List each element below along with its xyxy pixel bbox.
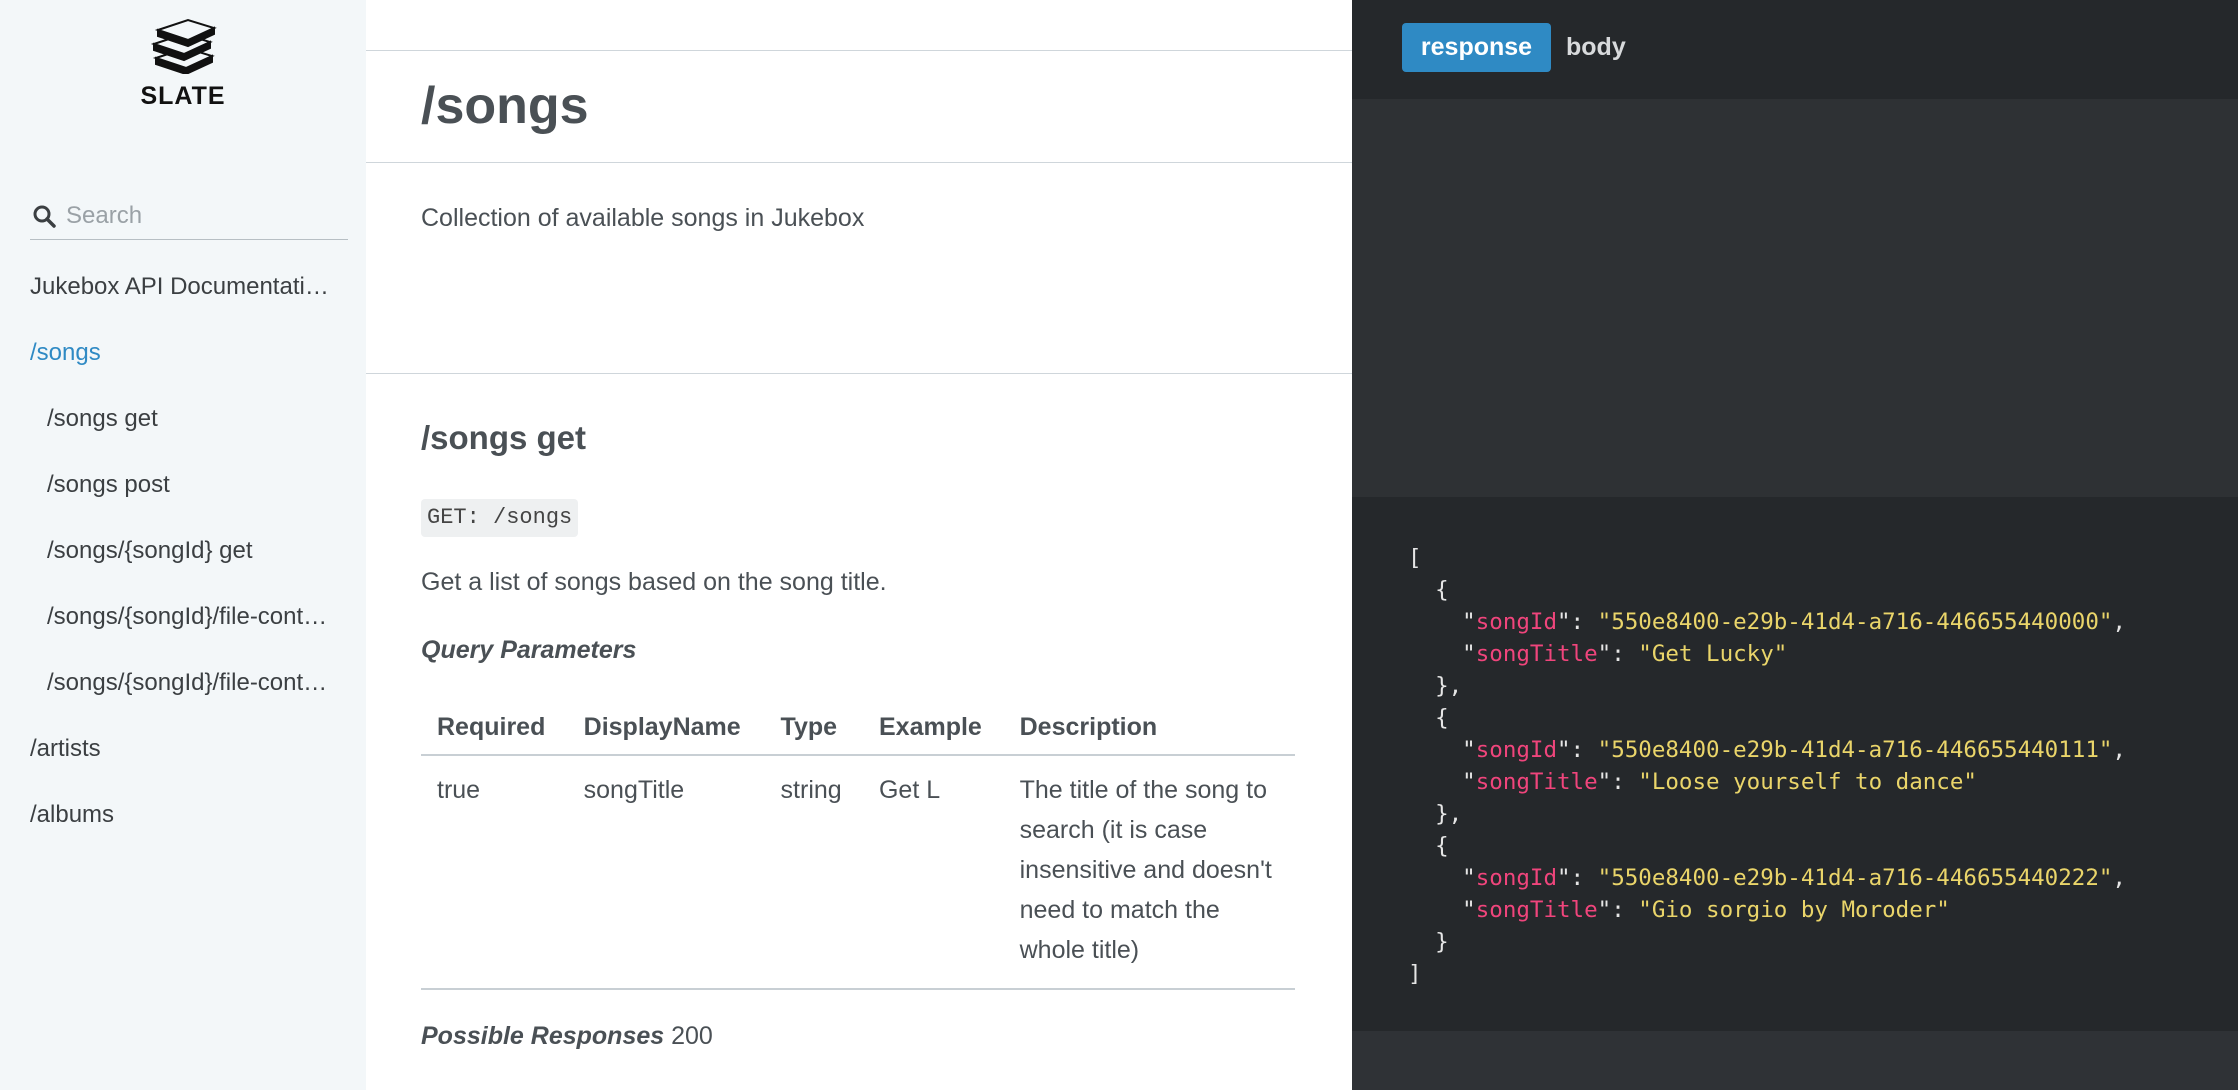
search-icon bbox=[33, 205, 56, 228]
column-header: Example bbox=[862, 700, 1004, 756]
toc-item-songs-get[interactable]: /songs get bbox=[0, 386, 330, 452]
table-cell: Get L bbox=[862, 755, 1004, 990]
toc-item-jukebox-api-documentation[interactable]: Jukebox API Documentation bbox=[0, 254, 330, 320]
json-string: "550e8400-e29b-41d4-a716-446655440222" bbox=[1597, 865, 2113, 891]
json-key: songTitle bbox=[1475, 641, 1598, 667]
table-cell: string bbox=[764, 755, 863, 990]
search-input[interactable] bbox=[64, 198, 338, 234]
resource-description: Collection of available songs in Jukebox bbox=[421, 204, 865, 232]
json-string: "Gio sorgio by Moroder" bbox=[1638, 897, 1950, 923]
json-key: songId bbox=[1475, 865, 1558, 891]
sidebar: SLATE Jukebox API Documentation /songs /… bbox=[0, 0, 366, 1090]
logo[interactable]: SLATE bbox=[0, 18, 366, 111]
possible-responses: Possible Responses 200 bbox=[421, 1022, 713, 1051]
json-code-block: [ { "songId": "550e8400-e29b-41d4-a716-4… bbox=[1352, 497, 2238, 1031]
json-key: songId bbox=[1475, 609, 1558, 635]
json-string: "550e8400-e29b-41d4-a716-446655440000" bbox=[1597, 609, 2113, 635]
table-cell: songTitle bbox=[567, 755, 765, 990]
divider bbox=[366, 373, 1352, 374]
json-key: songTitle bbox=[1475, 897, 1598, 923]
tab-response[interactable]: response bbox=[1402, 23, 1551, 72]
table-cell: true bbox=[421, 755, 568, 990]
code-tabs-bar: response body bbox=[1352, 0, 2238, 99]
query-parameters-table: Required DisplayName Type Example Descri… bbox=[421, 700, 1295, 990]
json-string: "Loose yourself to dance" bbox=[1638, 769, 1977, 795]
possible-responses-value: 200 bbox=[671, 1022, 713, 1050]
query-parameters-heading: Query Parameters bbox=[421, 636, 637, 664]
toc-item-songs-songid-get[interactable]: /songs/{songId} get bbox=[0, 518, 330, 584]
toc-nav: Jukebox API Documentation /songs /songs … bbox=[0, 254, 366, 848]
divider bbox=[366, 162, 1352, 163]
logo-text: SLATE bbox=[140, 82, 226, 110]
search-bar bbox=[30, 196, 348, 240]
json-string: "Get Lucky" bbox=[1638, 641, 1788, 667]
method-title: /songs get bbox=[421, 419, 587, 456]
column-header: Description bbox=[1003, 700, 1295, 756]
page-title: /songs bbox=[421, 77, 589, 135]
main-content: /songs Collection of available songs in … bbox=[366, 0, 1352, 1090]
table-cell: The title of the song to search (it is c… bbox=[1003, 755, 1295, 990]
tab-body[interactable]: body bbox=[1566, 23, 1626, 72]
table-row: true songTitle string Get L The title of… bbox=[421, 755, 1295, 990]
json-key: songId bbox=[1475, 737, 1558, 763]
code-panel-spacer bbox=[1352, 99, 2238, 497]
table-header-row: Required DisplayName Type Example Descri… bbox=[421, 700, 1295, 756]
divider bbox=[366, 50, 1352, 51]
toc-item-songs-file-content-get[interactable]: /songs/{songId}/file-content get bbox=[0, 584, 330, 650]
toc-item-albums[interactable]: /albums bbox=[0, 782, 330, 848]
toc-item-songs-file-content-post[interactable]: /songs/{songId}/file-content post bbox=[0, 650, 330, 716]
code-panel: response body [ { "songId": "550e8400-e2… bbox=[1352, 0, 2238, 1090]
toc-item-songs[interactable]: /songs bbox=[0, 320, 330, 386]
request-line: GET: /songs bbox=[421, 499, 579, 537]
column-header: Required bbox=[421, 700, 568, 756]
column-header: Type bbox=[764, 700, 863, 756]
method-description: Get a list of songs based on the song ti… bbox=[421, 568, 887, 596]
column-header: DisplayName bbox=[567, 700, 765, 756]
books-icon bbox=[150, 18, 217, 74]
possible-responses-label: Possible Responses bbox=[421, 1022, 665, 1050]
json-example: [ { "songId": "550e8400-e29b-41d4-a716-4… bbox=[1408, 545, 2126, 987]
json-key: songTitle bbox=[1475, 769, 1598, 795]
toc-item-artists[interactable]: /artists bbox=[0, 716, 330, 782]
toc-item-songs-post[interactable]: /songs post bbox=[0, 452, 330, 518]
json-string: "550e8400-e29b-41d4-a716-446655440111" bbox=[1597, 737, 2113, 763]
